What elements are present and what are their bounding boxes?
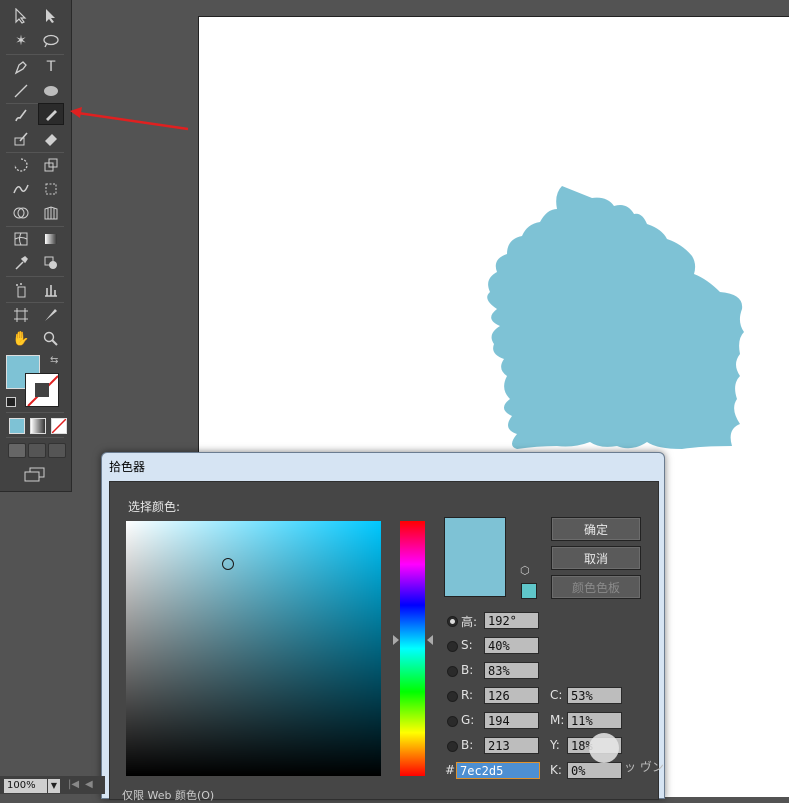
dialog-title: 拾色器: [109, 460, 146, 474]
slice-tool-icon[interactable]: [39, 305, 63, 325]
swap-fill-stroke-icon[interactable]: ⇆: [50, 355, 58, 366]
hex-input[interactable]: 7ec2d5: [456, 762, 540, 779]
blue-field[interactable]: 213: [484, 737, 539, 754]
hue-slider-left-arrow-icon[interactable]: [393, 635, 399, 645]
dialog-body: 选择颜色: ⬡ 确定 取消 颜色色板 高: 192° S: 40% B: 83%…: [109, 481, 659, 800]
draw-normal-icon[interactable]: [8, 443, 26, 458]
selection-tool-icon[interactable]: [9, 6, 33, 26]
ellipse-tool-icon[interactable]: [39, 81, 63, 101]
cyan-field[interactable]: 53%: [567, 687, 622, 704]
color-picker-dialog: 拾色器 选择颜色: ⬡ 确定 取消 颜色色板 高: 192° S: 40% B:…: [101, 452, 665, 800]
select-color-label: 选择颜色:: [128, 500, 181, 514]
color-marker-icon[interactable]: [222, 558, 234, 570]
pencil-tool-icon[interactable]: [38, 103, 64, 125]
pen-tool-icon[interactable]: [9, 57, 33, 77]
gradient-mode-icon[interactable]: [30, 418, 46, 434]
zoom-level-field[interactable]: 100%: [4, 779, 47, 793]
draw-behind-icon[interactable]: [28, 443, 46, 458]
red-field[interactable]: 126: [484, 687, 539, 704]
saturation-field[interactable]: 40%: [484, 637, 539, 654]
web-safe-cube-icon[interactable]: ⬡: [520, 564, 530, 577]
magenta-label: M:: [550, 713, 565, 727]
hue-radio[interactable]: [447, 616, 458, 627]
type-tool-icon[interactable]: T: [39, 57, 63, 77]
blend-tool-icon[interactable]: [39, 253, 63, 273]
eraser-tool-icon[interactable]: [39, 129, 63, 149]
tools-panel: ✶ T ✋ ⇆: [0, 0, 72, 492]
screen-mode-icon[interactable]: [24, 467, 46, 486]
perspective-grid-tool-icon[interactable]: [39, 203, 63, 223]
paintbrush-tool-icon[interactable]: [9, 105, 33, 125]
annotation-arrow: [70, 107, 189, 131]
line-tool-icon[interactable]: [9, 81, 33, 101]
status-bar: 100% ▼ |◀ ◀: [0, 776, 105, 794]
rotate-tool-icon[interactable]: [9, 155, 33, 175]
symbol-sprayer-tool-icon[interactable]: [9, 280, 33, 300]
magenta-field[interactable]: 11%: [567, 712, 622, 729]
drawn-blob-shape[interactable]: [482, 184, 752, 454]
black-label: K:: [550, 763, 562, 777]
draw-inside-icon[interactable]: [48, 443, 66, 458]
zoom-dropdown-icon[interactable]: ▼: [48, 779, 60, 793]
mesh-tool-icon[interactable]: [9, 229, 33, 249]
hue-slider[interactable]: [400, 521, 425, 776]
hue-slider-right-arrow-icon[interactable]: [427, 635, 433, 645]
hex-label: #: [445, 763, 456, 777]
hue-label: 高:: [461, 615, 478, 629]
previous-artboard-icon[interactable]: ◀: [85, 779, 93, 790]
red-label: R:: [461, 688, 474, 702]
direct-selection-tool-icon[interactable]: [39, 6, 63, 26]
zoom-tool-icon[interactable]: [39, 329, 63, 349]
gradient-tool-icon[interactable]: [39, 229, 63, 249]
blue-radio[interactable]: [447, 741, 458, 752]
none-mode-icon[interactable]: [51, 418, 67, 434]
brightness-label: B:: [461, 663, 474, 677]
hand-tool-icon[interactable]: ✋: [9, 329, 33, 349]
column-graph-tool-icon[interactable]: [39, 280, 63, 300]
green-field[interactable]: 194: [484, 712, 539, 729]
watermark-logo-icon: [589, 733, 619, 763]
red-radio[interactable]: [447, 691, 458, 702]
free-transform-tool-icon[interactable]: [39, 179, 63, 199]
saturation-radio[interactable]: [447, 641, 458, 652]
hue-field[interactable]: 192°: [484, 612, 539, 629]
green-label: G:: [461, 713, 475, 727]
scale-tool-icon[interactable]: [39, 155, 63, 175]
web-safe-color-swatch[interactable]: [521, 583, 537, 599]
eyedropper-tool-icon[interactable]: [9, 253, 33, 273]
color-swatches-button[interactable]: 颜色色板: [551, 575, 641, 599]
first-artboard-icon[interactable]: |◀: [68, 779, 79, 790]
blob-brush-tool-icon[interactable]: [9, 129, 33, 149]
watermark-text: ッ ヴン: [624, 760, 664, 774]
artboard-tool-icon[interactable]: [9, 305, 33, 325]
new-color-preview: [444, 517, 506, 597]
brightness-field[interactable]: 83%: [484, 662, 539, 679]
lasso-tool-icon[interactable]: [39, 31, 63, 51]
cyan-label: C:: [550, 688, 563, 702]
ok-button[interactable]: 确定: [551, 517, 641, 541]
default-fill-stroke-icon[interactable]: [6, 397, 16, 407]
stroke-none-swatch[interactable]: [25, 373, 59, 407]
blue-label: B:: [461, 738, 474, 752]
shape-builder-tool-icon[interactable]: [9, 203, 33, 223]
yellow-label: Y:: [550, 738, 560, 752]
cancel-button[interactable]: 取消: [551, 546, 641, 570]
color-mode-icon[interactable]: [9, 418, 25, 434]
saturation-label: S:: [461, 638, 473, 652]
web-colors-only-checkbox[interactable]: 仅限 Web 颜色(O): [122, 787, 214, 803]
black-field[interactable]: 0%: [567, 762, 622, 779]
saturation-brightness-field[interactable]: [126, 521, 381, 776]
brightness-radio[interactable]: [447, 666, 458, 677]
width-tool-icon[interactable]: [9, 179, 33, 199]
magic-wand-tool-icon[interactable]: ✶: [9, 31, 33, 51]
green-radio[interactable]: [447, 716, 458, 727]
